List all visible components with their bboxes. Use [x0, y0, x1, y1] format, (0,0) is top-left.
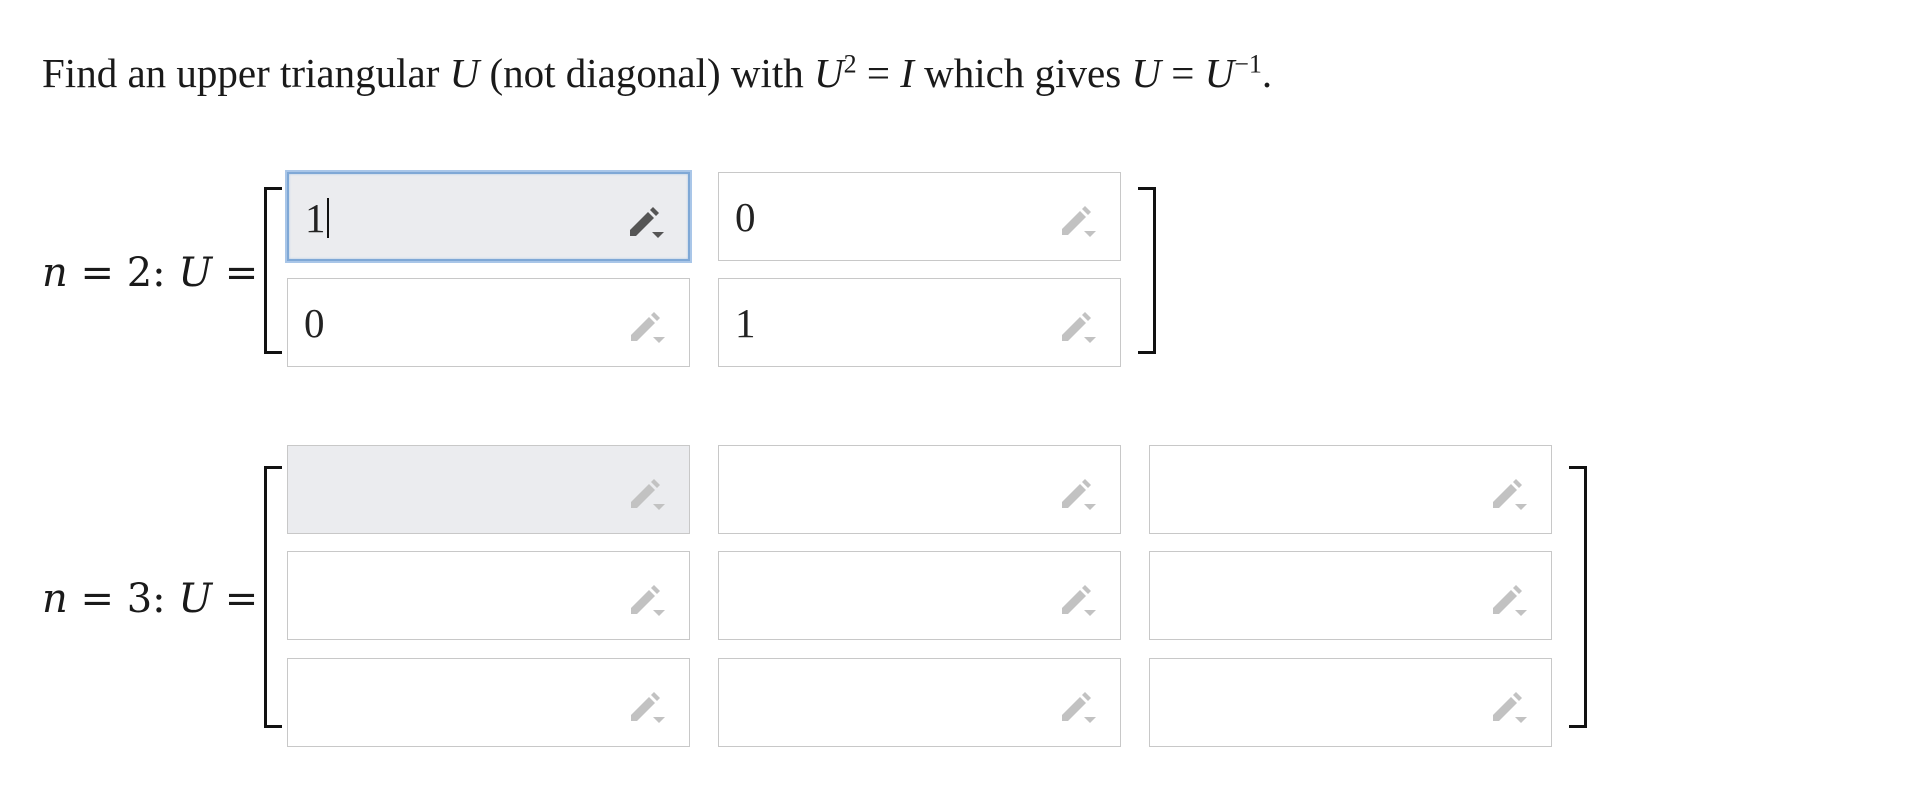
matrix-3-cell[interactable] [718, 445, 1121, 534]
prompt-text: Find an upper triangular [42, 50, 450, 96]
cell-value: 0 [735, 194, 756, 240]
matrix-3-left-bracket [264, 466, 282, 728]
pencil-dropdown-icon[interactable] [1058, 309, 1098, 345]
pencil-dropdown-icon[interactable] [627, 582, 667, 618]
cell-value: 1 [305, 194, 329, 242]
label-text: = 3: [67, 576, 179, 622]
matrix-3-cell[interactable] [718, 658, 1121, 747]
pencil-dropdown-icon[interactable] [626, 204, 666, 240]
matrix-2-cell[interactable]: 1 [718, 278, 1121, 367]
matrix-3-cell[interactable] [1149, 445, 1552, 534]
matrix-2-right-bracket [1138, 187, 1156, 354]
prompt-text: . [1261, 50, 1273, 96]
matrix-2-cell[interactable]: 1 [287, 172, 690, 261]
matrix-2-label: n = 2: U = [42, 250, 258, 296]
prompt-text: = [856, 50, 901, 96]
matrix-2-cell[interactable]: 0 [287, 278, 690, 367]
pencil-dropdown-icon[interactable] [1058, 476, 1098, 512]
cell-value: 0 [304, 300, 325, 346]
prompt-text: = [1161, 50, 1205, 96]
matrix-3-cell[interactable] [1149, 551, 1552, 640]
math-u: U [178, 250, 213, 296]
matrix-2-left-bracket [264, 187, 282, 354]
matrix-2-cell[interactable]: 0 [718, 172, 1121, 261]
pencil-dropdown-icon[interactable] [1489, 689, 1529, 725]
text-caret [326, 198, 329, 238]
problem-prompt: Find an upper triangular U (not diagonal… [42, 48, 1272, 98]
math-u: U [178, 576, 213, 622]
math-n: n [42, 576, 68, 622]
math-exponent: 2 [843, 49, 857, 79]
pencil-dropdown-icon[interactable] [1489, 476, 1529, 512]
label-text: = [212, 576, 259, 622]
pencil-dropdown-icon[interactable] [627, 309, 667, 345]
label-text: = 2: [67, 250, 179, 296]
math-exponent: −1 [1234, 49, 1262, 79]
matrix-3-cell[interactable] [1149, 658, 1552, 747]
math-u: U [1204, 50, 1235, 96]
matrix-3-right-bracket [1569, 466, 1587, 728]
math-n: n [42, 250, 68, 296]
pencil-dropdown-icon[interactable] [627, 476, 667, 512]
matrix-3-cell[interactable] [287, 658, 690, 747]
pencil-dropdown-icon[interactable] [1058, 689, 1098, 725]
pencil-dropdown-icon[interactable] [1058, 203, 1098, 239]
math-identity: I [900, 50, 914, 96]
math-u: U [449, 50, 480, 96]
matrix-3-cell[interactable] [287, 551, 690, 640]
prompt-text: (not diagonal) with [479, 50, 815, 96]
pencil-dropdown-icon[interactable] [1058, 582, 1098, 618]
matrix-3-label: n = 3: U = [42, 576, 258, 622]
matrix-3-cell[interactable] [287, 445, 690, 534]
cell-value: 1 [735, 300, 756, 346]
prompt-text: which gives [913, 50, 1132, 96]
matrix-3-cell[interactable] [718, 551, 1121, 640]
pencil-dropdown-icon[interactable] [1489, 582, 1529, 618]
math-u: U [814, 50, 844, 96]
pencil-dropdown-icon[interactable] [627, 689, 667, 725]
math-u: U [1131, 50, 1162, 96]
label-text: = [212, 250, 259, 296]
